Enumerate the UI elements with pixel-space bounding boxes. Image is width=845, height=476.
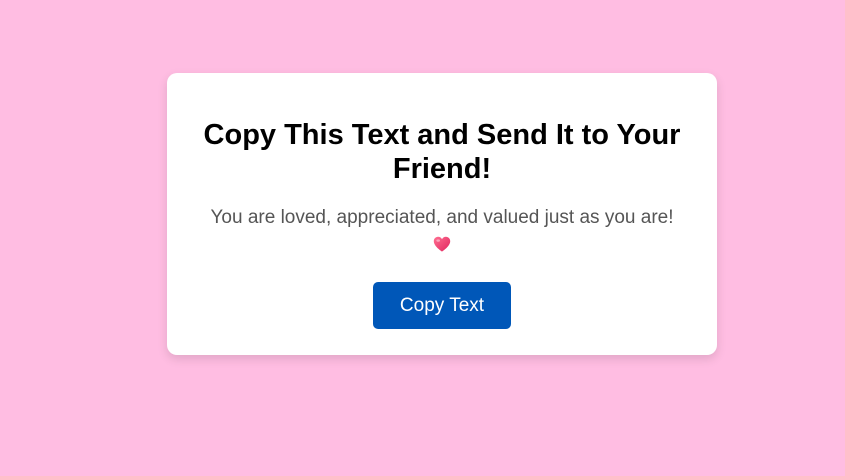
card-title: Copy This Text and Send It to Your Frien…: [203, 119, 681, 185]
message-card: Copy This Text and Send It to Your Frien…: [167, 73, 717, 355]
copy-text-button[interactable]: Copy Text: [373, 282, 511, 329]
message-text-container: You are loved, appreciated, and valued j…: [167, 205, 717, 257]
heart-icon: [433, 236, 451, 252]
message-text: You are loved, appreciated, and valued j…: [210, 207, 674, 228]
